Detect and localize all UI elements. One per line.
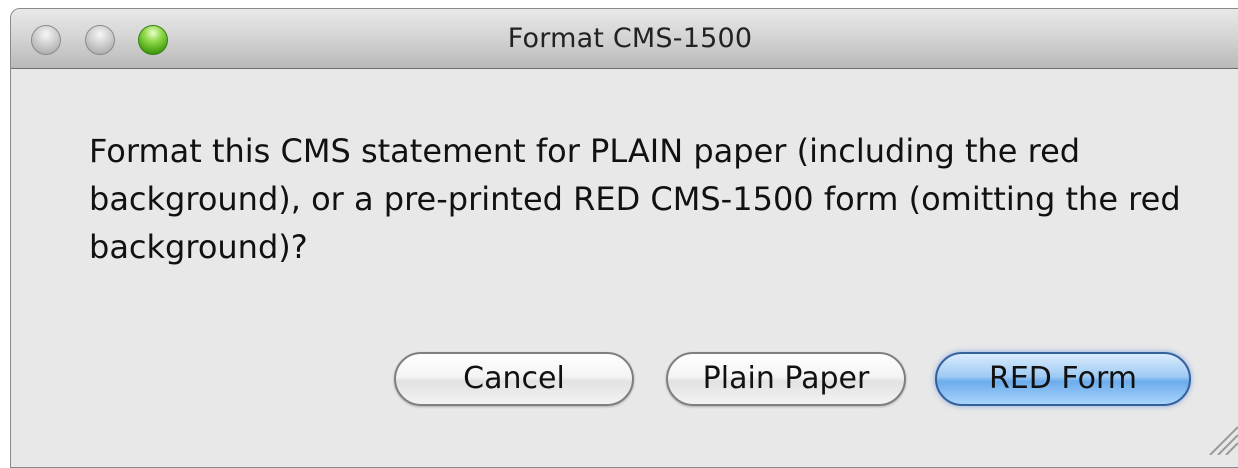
resize-grip-icon[interactable] — [1198, 415, 1238, 455]
dialog-window: Format CMS-1500 Format this CMS statemen… — [10, 8, 1238, 468]
dialog-message: Format this CMS statement for PLAIN pape… — [89, 127, 1209, 271]
red-form-button[interactable]: RED Form — [935, 352, 1191, 406]
plain-paper-button[interactable]: Plain Paper — [666, 352, 906, 406]
title-bar[interactable]: Format CMS-1500 — [11, 9, 1238, 69]
window-title: Format CMS-1500 — [11, 23, 1238, 54]
cancel-button[interactable]: Cancel — [394, 352, 634, 406]
